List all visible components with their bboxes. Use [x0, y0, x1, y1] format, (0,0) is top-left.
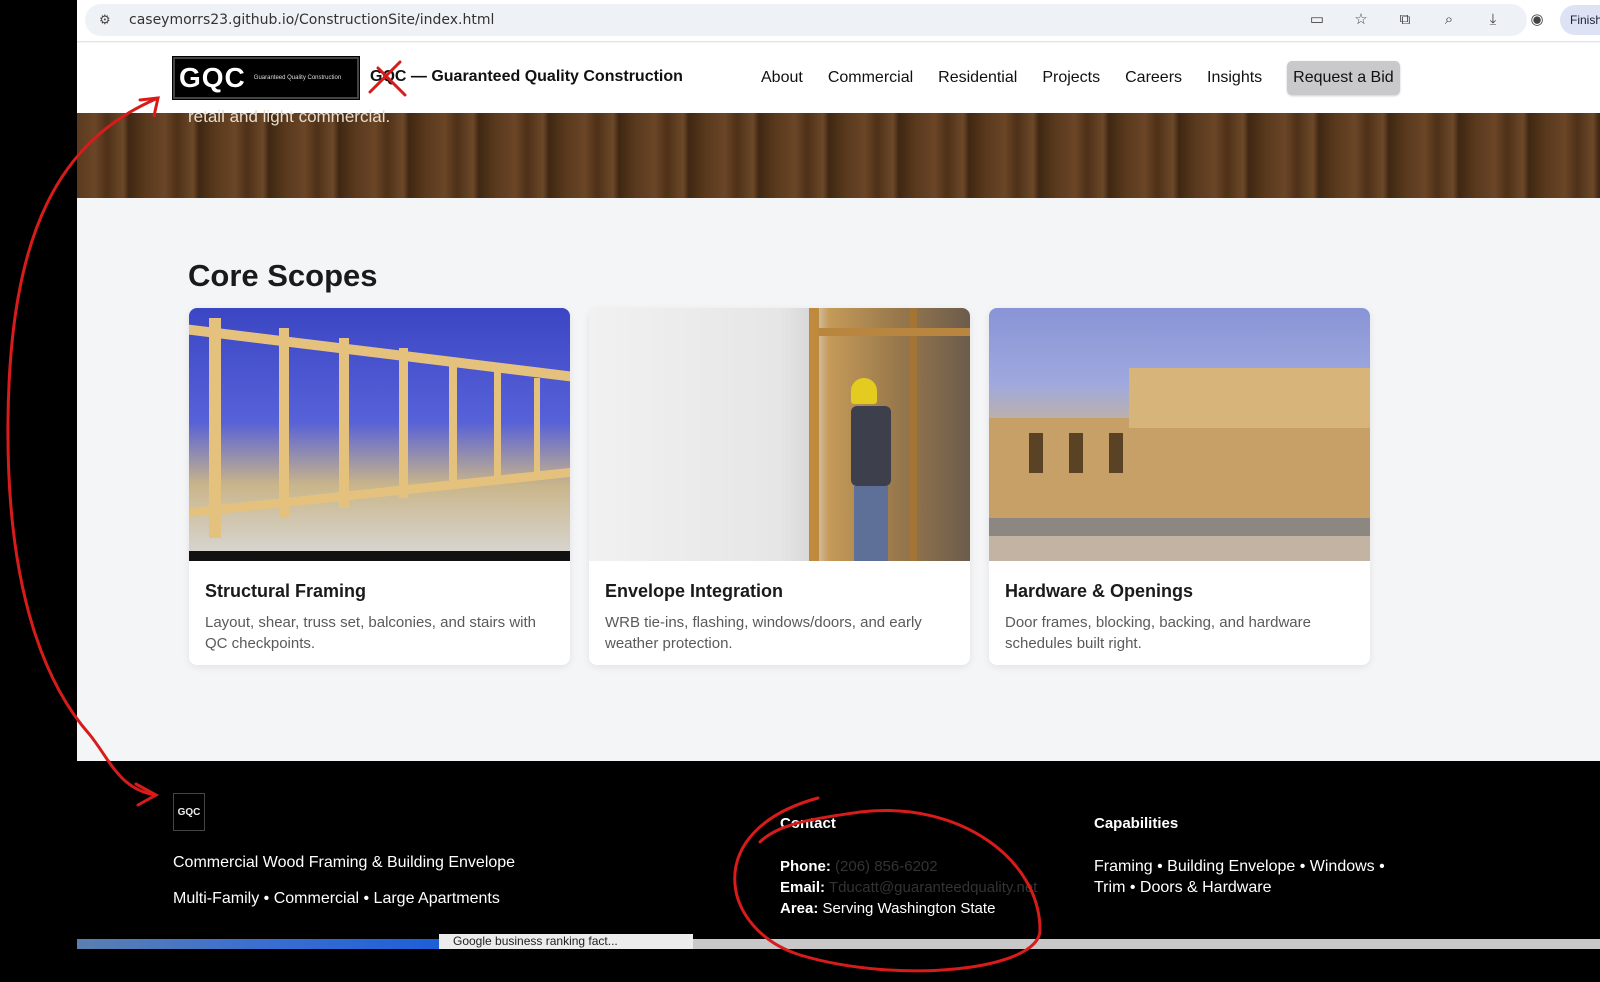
hero-text: retail and light commercial.: [188, 107, 391, 126]
browser-toolbar: ⚙ caseymorrs23.github.io/ConstructionSit…: [77, 0, 1600, 42]
nav-careers[interactable]: Careers: [1125, 61, 1182, 95]
site-logo[interactable]: GQC Guaranteed Quality Construction: [172, 56, 360, 100]
logo-tagline: Guaranteed Quality Construction: [253, 75, 342, 81]
capabilities-heading: Capabilities: [1094, 815, 1179, 832]
phone-label: Phone:: [780, 858, 831, 875]
install-app-icon[interactable]: ▭: [1304, 9, 1330, 31]
site-header: GQC Guaranteed Quality Construction GQC …: [77, 43, 1600, 113]
taskbar-thumbnail: [77, 939, 439, 949]
download-icon[interactable]: ⤓: [1480, 9, 1506, 31]
scope-card-envelope[interactable]: Envelope Integration WRB tie-ins, flashi…: [589, 308, 970, 665]
contact-block: Phone: (206) 856-6202 Email: Tducatt@gua…: [780, 856, 1037, 919]
card-description: WRB tie-ins, flashing, windows/doors, an…: [605, 614, 922, 652]
profile-icon[interactable]: ◉: [1524, 9, 1550, 31]
logo-text: GQC: [179, 62, 246, 93]
nav-projects[interactable]: Projects: [1042, 61, 1100, 95]
extensions-icon[interactable]: ⧉: [1392, 9, 1418, 31]
card-description: Door frames, blocking, backing, and hard…: [1005, 614, 1311, 652]
screen: ⚙ caseymorrs23.github.io/ConstructionSit…: [0, 0, 1600, 982]
email-label: Email:: [780, 879, 826, 896]
scope-card-framing[interactable]: Structural Framing Layout, shear, truss …: [189, 308, 570, 665]
request-bid-button[interactable]: Request a Bid: [1287, 61, 1400, 95]
tab-search-icon[interactable]: ⌕: [1436, 9, 1462, 31]
profile-button[interactable]: Finish: [1560, 5, 1600, 35]
contact-heading: Contact: [780, 815, 836, 832]
card-description: Layout, shear, truss set, balconies, and…: [205, 614, 537, 652]
site-settings-icon[interactable]: ⚙: [99, 12, 115, 28]
footer-tagline: Commercial Wood Framing & Building Envel…: [173, 854, 516, 871]
hardware-photo: [989, 308, 1370, 561]
nav-insights[interactable]: Insights: [1207, 61, 1262, 95]
capabilities-list: Framing • Building Envelope • Windows • …: [1094, 858, 1385, 896]
nav-commercial[interactable]: Commercial: [828, 61, 913, 95]
hero-banner: retail and light commercial.: [77, 107, 1600, 198]
toolbar-icons: ▭ ☆ ⧉ ⌕ ⤓ ◉: [1286, 9, 1550, 31]
scope-card-hardware[interactable]: Hardware & Openings Door frames, blockin…: [989, 308, 1370, 665]
section-title: Core Scopes: [188, 258, 378, 293]
scope-cards: Structural Framing Layout, shear, truss …: [189, 308, 1370, 665]
framing-photo: [189, 308, 570, 561]
nav-about[interactable]: About: [761, 61, 803, 95]
area-value: Serving Washington State: [822, 900, 996, 917]
card-title: Structural Framing: [205, 581, 367, 601]
footer-markets: Multi-Family • Commercial • Large Apartm…: [173, 890, 500, 907]
email-link[interactable]: Tducatt@guaranteedquality.net: [829, 879, 1037, 896]
nav-residential[interactable]: Residential: [938, 61, 1017, 95]
footer-logo[interactable]: GQC: [173, 793, 205, 831]
brand-name[interactable]: GQC — Guaranteed Quality Construction: [370, 68, 683, 86]
area-label: Area:: [780, 900, 819, 917]
bookmark-star-icon[interactable]: ☆: [1348, 9, 1374, 31]
main-nav: About Commercial Residential Projects Ca…: [761, 61, 1400, 95]
url-text[interactable]: caseymorrs23.github.io/ConstructionSite/…: [129, 12, 494, 28]
taskbar-window-item[interactable]: Google business ranking fact...: [439, 934, 693, 949]
phone-link[interactable]: (206) 856-6202: [835, 858, 938, 875]
card-title: Hardware & Openings: [1005, 581, 1194, 601]
envelope-photo: [589, 308, 970, 561]
card-title: Envelope Integration: [605, 581, 784, 601]
browser-viewport: ⚙ caseymorrs23.github.io/ConstructionSit…: [77, 0, 1600, 982]
